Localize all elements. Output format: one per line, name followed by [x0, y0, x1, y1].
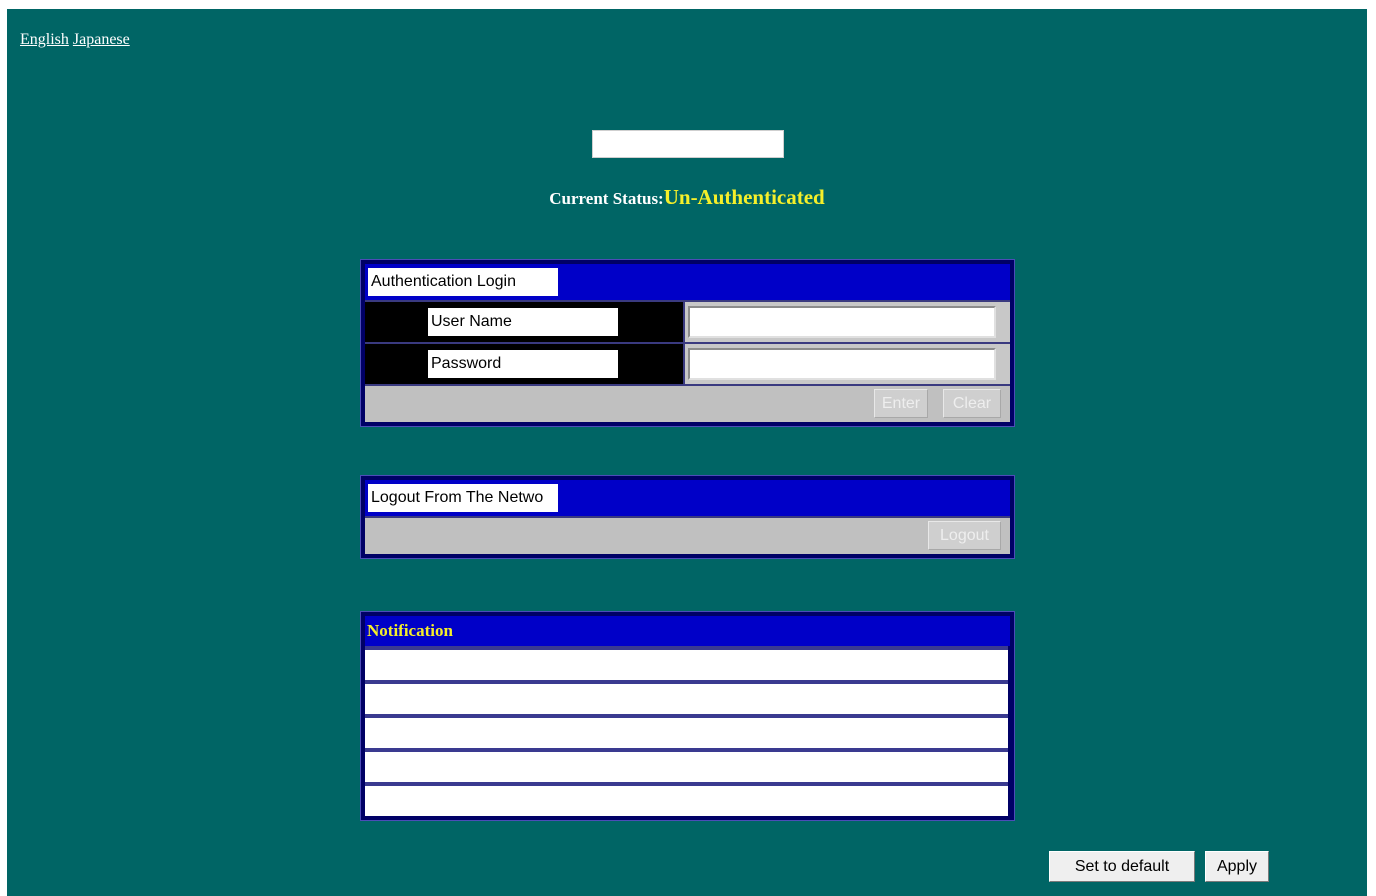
password-row: Password	[365, 342, 1010, 384]
clear-button[interactable]: Clear	[943, 389, 1001, 418]
language-links: English Japanese	[20, 31, 134, 49]
logo-placeholder	[592, 130, 784, 158]
logout-panel-header: Logout From The Netwo	[365, 480, 1010, 516]
notification-row	[365, 646, 1008, 680]
english-link[interactable]: English	[20, 31, 69, 48]
status-value: Un-Authenticated	[663, 185, 825, 209]
notification-row	[365, 782, 1008, 816]
set-to-default-button[interactable]: Set to default	[1049, 851, 1195, 882]
username-input-cell	[685, 302, 1010, 342]
password-label-cell: Password	[365, 344, 685, 384]
username-row: User Name	[365, 300, 1010, 342]
japanese-link[interactable]: Japanese	[73, 31, 130, 48]
logout-button[interactable]: Logout	[928, 521, 1001, 550]
password-input[interactable]	[688, 348, 996, 380]
login-panel-title: Authentication Login	[368, 268, 558, 296]
enter-button[interactable]: Enter	[874, 389, 928, 418]
notification-title: Notification	[365, 616, 1010, 646]
page-background: English Japanese Current Status:Un-Authen…	[7, 9, 1367, 896]
logout-button-row: Logout	[365, 516, 1010, 554]
notification-row	[365, 714, 1008, 748]
current-status: Current Status:Un-Authenticated	[7, 185, 1367, 210]
password-input-cell	[685, 344, 1010, 384]
username-label: User Name	[428, 308, 618, 336]
username-input[interactable]	[688, 306, 996, 338]
login-panel-header: Authentication Login	[365, 264, 1010, 300]
notification-row	[365, 680, 1008, 714]
login-panel: Authentication Login User Name Password …	[360, 259, 1015, 427]
notification-panel: Notification	[360, 611, 1015, 821]
password-label: Password	[428, 350, 618, 378]
apply-button[interactable]: Apply	[1205, 851, 1269, 882]
status-label: Current Status:	[549, 189, 664, 208]
login-button-row: Enter Clear	[365, 384, 1010, 422]
logout-panel: Logout From The Netwo Logout	[360, 475, 1015, 559]
notification-row	[365, 748, 1008, 782]
username-label-cell: User Name	[365, 302, 685, 342]
logout-panel-title: Logout From The Netwo	[368, 484, 558, 512]
